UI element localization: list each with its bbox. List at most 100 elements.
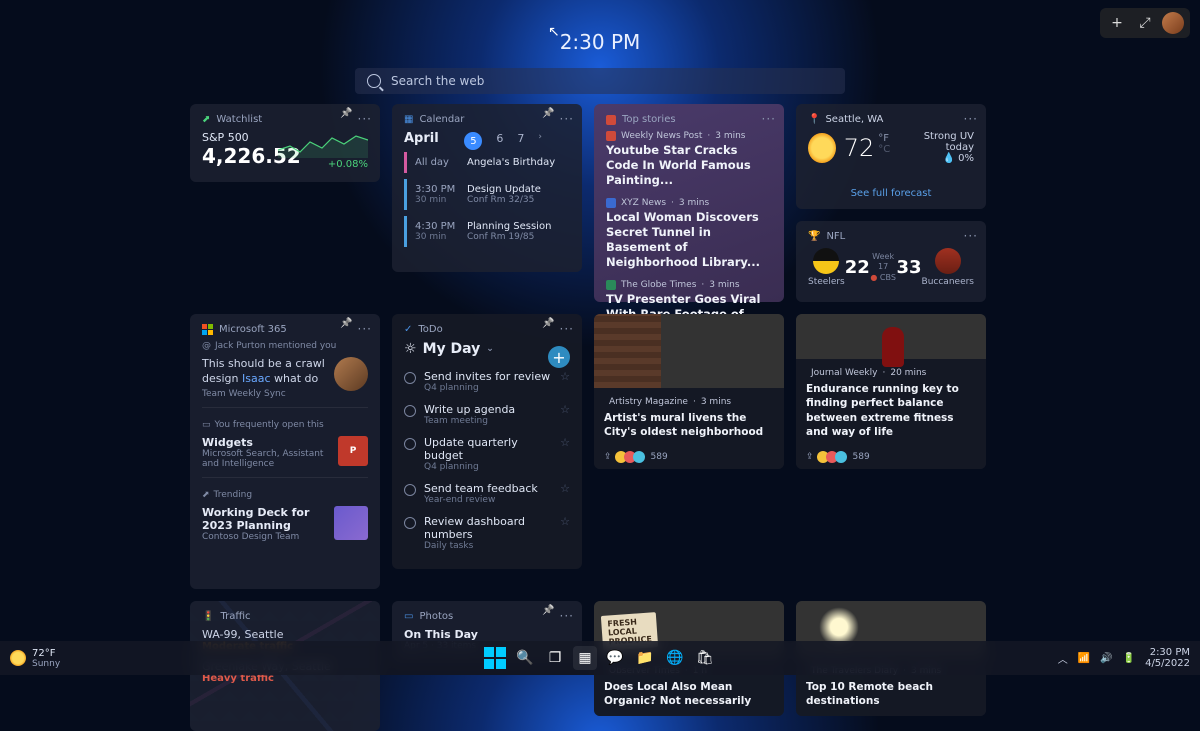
forecast-link[interactable]: See full forecast (808, 188, 974, 199)
task-view-button[interactable]: ❐ (543, 646, 567, 670)
weather-unit[interactable]: °F°C (878, 133, 890, 155)
search-icon (367, 74, 381, 88)
calendar-widget[interactable]: ▦Calendar ··· April 5 6 7 › All day Ange… (392, 104, 582, 272)
pin-icon[interactable] (337, 320, 351, 334)
taskbar-center: 🔍 ❐ ▦ 💬 📁 🌐 🛍 (483, 646, 717, 670)
story-reactions[interactable]: ⇪589 (796, 447, 986, 469)
start-button[interactable] (483, 646, 507, 670)
system-tray[interactable]: ︿ 📶 🔊 🔋 2:30 PM 4/5/2022 (1058, 647, 1190, 669)
chevron-right-icon[interactable]: › (538, 132, 542, 150)
taskbar-weather[interactable]: 72°FSunny (10, 648, 60, 669)
calendar-icon: ▦ (404, 114, 413, 125)
news-story[interactable]: Journal Weekly · 20 mins Endurance runni… (796, 314, 986, 469)
more-icon[interactable]: ··· (964, 112, 978, 126)
mention-sub: Team Weekly Sync (202, 389, 368, 399)
add-task-button[interactable]: + (548, 346, 570, 368)
chart-icon: ⬈ (202, 114, 210, 125)
edge-button[interactable]: 🌐 (663, 646, 687, 670)
todo-item[interactable]: Send team feedbackYear-end review☆ (404, 477, 570, 510)
collapse-button[interactable]: ⤢ (1134, 12, 1156, 34)
news-story[interactable]: Artistry Magazine · 3 mins Artist's mura… (594, 314, 784, 469)
more-icon[interactable]: ··· (560, 609, 574, 623)
taskbar: 72°FSunny 🔍 ❐ ▦ 💬 📁 🌐 🛍 ︿ 📶 🔊 🔋 2:30 PM … (0, 641, 1200, 675)
add-widget-button[interactable]: + (1106, 12, 1128, 34)
nfl-widget[interactable]: 🏆NFL ··· Steelers 22 Week 17● CBS 33 Buc… (796, 221, 986, 302)
day[interactable]: 6 (496, 132, 503, 150)
more-icon[interactable]: ··· (560, 112, 574, 126)
star-icon[interactable]: ☆ (560, 436, 570, 449)
todo-item[interactable]: Write up agendaTeam meeting☆ (404, 398, 570, 431)
panel-clock: 2:30 PM (0, 0, 1200, 54)
mention-hint: Jack Purton mentioned you (215, 341, 336, 351)
pin-icon[interactable] (539, 110, 553, 124)
todo-widget[interactable]: ✓ToDo ··· ☼My Day⌄ + Send invites for re… (392, 314, 582, 569)
volume-icon[interactable]: 🔊 (1100, 653, 1112, 664)
widgets-button[interactable]: ▦ (573, 646, 597, 670)
weather-condition: Strong UV today (898, 131, 974, 153)
day-selected[interactable]: 5 (464, 132, 482, 150)
wifi-icon[interactable]: 📶 (1078, 653, 1090, 664)
checkbox[interactable] (404, 405, 416, 417)
checkbox[interactable] (404, 372, 416, 384)
powerpoint-icon: P (338, 436, 368, 466)
team-logo (935, 248, 961, 274)
photos-icon: ▭ (404, 611, 413, 622)
story-reactions[interactable]: ⇪589 (594, 447, 784, 469)
share-icon[interactable]: ⇪ (806, 452, 814, 462)
tray-time[interactable]: 2:30 PM (1145, 647, 1190, 658)
more-icon[interactable]: ··· (358, 322, 372, 336)
user-avatar[interactable] (1162, 12, 1184, 34)
day[interactable]: 7 (517, 132, 524, 150)
chevron-down-icon[interactable]: ⌄ (486, 344, 494, 354)
panel-controls: + ⤢ (1100, 8, 1190, 38)
more-icon[interactable]: ··· (762, 112, 776, 126)
todo-title[interactable]: ☼My Day⌄ (404, 341, 570, 357)
pin-icon[interactable] (337, 110, 351, 124)
traffic-icon: 🚦 (202, 611, 214, 622)
tray-date[interactable]: 4/5/2022 (1145, 658, 1190, 669)
star-icon[interactable]: ☆ (560, 482, 570, 495)
more-icon[interactable]: ··· (964, 229, 978, 243)
pin-icon[interactable] (539, 320, 553, 334)
top-stories-widget[interactable]: Top stories ··· Weekly News Post · 3 min… (594, 104, 784, 302)
news-item[interactable]: XYZ News · 3 mins Local Woman Discovers … (606, 198, 772, 270)
explorer-button[interactable]: 📁 (633, 646, 657, 670)
todo-item[interactable]: Review dashboard numbersDaily tasks☆ (404, 510, 570, 556)
calendar-event[interactable]: 4:30 PM30 min Planning SessionConf Rm 19… (404, 216, 570, 247)
pin-icon[interactable] (539, 607, 553, 621)
star-icon[interactable]: ☆ (560, 515, 570, 528)
taskbar-cond: Sunny (32, 659, 60, 669)
watchlist-widget[interactable]: ⬈Watchlist ··· S&P 500 4,226.52 +0.08% (190, 104, 380, 182)
chat-button[interactable]: 💬 (603, 646, 627, 670)
store-button[interactable]: 🛍 (693, 646, 717, 670)
share-icon[interactable]: ⇪ (604, 452, 612, 462)
todo-item[interactable]: Update quarterly budgetQ4 planning☆ (404, 431, 570, 477)
calendar-event[interactable]: 3:30 PM30 min Design UpdateConf Rm 32/35 (404, 179, 570, 210)
search-box[interactable]: Search the web (355, 68, 845, 94)
more-icon[interactable]: ··· (560, 322, 574, 336)
star-icon[interactable]: ☆ (560, 403, 570, 416)
star-icon[interactable]: ☆ (560, 370, 570, 383)
search-button[interactable]: 🔍 (513, 646, 537, 670)
search-placeholder: Search the web (391, 74, 484, 88)
weather-temp: 72 (844, 134, 875, 162)
sun-icon (808, 133, 836, 163)
story-image (594, 314, 784, 388)
chevron-up-icon[interactable]: ︿ (1058, 651, 1068, 666)
todo-item[interactable]: Send invites for reviewQ4 planning☆ (404, 365, 570, 398)
m365-widget[interactable]: Microsoft 365 ··· @Jack Purton mentioned… (190, 314, 380, 589)
news-item[interactable]: Weekly News Post · 3 mins Youtube Star C… (606, 131, 772, 188)
story-image (796, 314, 986, 359)
score-1: 22 (845, 257, 870, 278)
checkbox[interactable] (404, 517, 416, 529)
more-icon[interactable]: ··· (358, 112, 372, 126)
calendar-days[interactable]: 5 6 7 › (464, 132, 542, 150)
mention-avatar (334, 357, 368, 391)
calendar-allday-event[interactable]: All day Angela's Birthday (404, 152, 570, 173)
battery-icon[interactable]: 🔋 (1123, 653, 1135, 664)
checkbox[interactable] (404, 438, 416, 450)
story-headline: Endurance running key to finding perfect… (806, 383, 959, 438)
calendar-header: Calendar (419, 114, 464, 125)
checkbox[interactable] (404, 484, 416, 496)
weather-widget[interactable]: ··· 📍Seattle, WA 72 °F°C Strong UV today… (796, 104, 986, 209)
